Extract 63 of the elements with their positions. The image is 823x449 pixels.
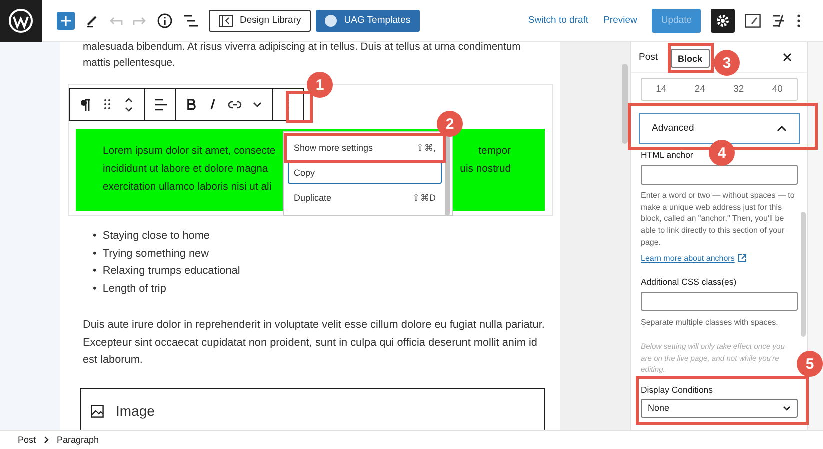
css-class-field[interactable] xyxy=(641,292,798,311)
close-icon[interactable] xyxy=(783,52,792,62)
help-text: Separate multiple classes with spaces. xyxy=(641,316,780,328)
help-text: Enter a word or two — without spaces — to make a unique web address just for this block, called an "anchor." Then, you'll be able to link directly to this section of your page. xyxy=(641,190,796,249)
pencil-icon[interactable] xyxy=(85,14,99,28)
settings-button[interactable] xyxy=(711,8,735,32)
advanced-panel-header[interactable]: Advanced xyxy=(639,113,800,144)
font-size-option[interactable]: 24 xyxy=(694,84,706,95)
external-link-icon xyxy=(738,254,747,263)
design-library-button[interactable]: Design Library xyxy=(209,10,312,32)
more-options-icon[interactable] xyxy=(797,14,801,28)
list-bullet: • xyxy=(93,282,97,296)
menu-item[interactable]: Duplicate ⇧⌘D xyxy=(288,187,442,209)
scrollbar[interactable] xyxy=(801,212,806,337)
menu-item[interactable]: Copy xyxy=(288,162,442,184)
info-icon[interactable] xyxy=(157,12,173,28)
paragraph-text: Lorem ipsum dolor sit amet, consecte xyxy=(103,145,276,159)
list-item: Trying something new xyxy=(102,246,209,262)
list-item: Staying close to home xyxy=(102,229,210,244)
switch-to-draft-link[interactable]: Switch to draft xyxy=(528,15,589,26)
sidebar-tab[interactable]: Post xyxy=(639,42,668,72)
library-icon xyxy=(219,14,233,26)
field-label: HTML anchor xyxy=(641,150,694,161)
preview-link[interactable]: Preview xyxy=(604,15,638,26)
add-block-button[interactable] xyxy=(57,12,75,30)
circle-icon xyxy=(325,14,338,26)
image-block-label: Image xyxy=(116,402,155,418)
list-view-icon[interactable] xyxy=(183,14,199,28)
breadcrumb-link[interactable]: Paragraph xyxy=(57,435,100,445)
font-size-option[interactable]: 32 xyxy=(734,84,744,95)
breadcrumb-link[interactable]: Post xyxy=(18,435,36,445)
paragraph-text: malesuada bibendum. At risus viverra adipiscing at in tellus. Duis at tellus at urna condimentum mattis pellentesque. xyxy=(83,42,521,71)
list-bullet: • xyxy=(93,246,97,262)
field-label: Additional CSS class(es) xyxy=(641,276,737,288)
scrollbar[interactable] xyxy=(622,64,628,144)
paragraph-text: incididunt ut labore et dolore magna xyxy=(103,163,268,177)
sidebar-tab[interactable]: Block xyxy=(671,49,710,68)
list-bullet: • xyxy=(93,264,97,279)
image-icon xyxy=(91,404,104,418)
wordpress-logo[interactable] xyxy=(0,0,42,42)
paragraph-text: exercitation ullamco laboris nisi ut ali xyxy=(103,181,272,195)
scrollbar[interactable] xyxy=(445,136,450,215)
annotation-frame xyxy=(668,43,714,73)
chevron-icon xyxy=(777,126,787,132)
paragraph-text: uis nostrud xyxy=(460,163,511,177)
chevron-right-icon xyxy=(44,436,50,444)
chevron-down-icon xyxy=(783,406,791,411)
list-bullet: • xyxy=(93,229,97,244)
menu-item[interactable]: Show more settings ⇧⌘, xyxy=(288,137,442,159)
plus-icon xyxy=(61,16,71,26)
gear-icon xyxy=(716,14,730,28)
font-size-option[interactable]: 14 xyxy=(656,84,667,95)
list-item: Relaxing trumps educational xyxy=(102,264,240,279)
learn-more-link[interactable]: Learn more about anchors xyxy=(641,254,735,263)
panel-icon[interactable] xyxy=(745,14,761,28)
list-item: Length of trip xyxy=(102,282,166,296)
html-anchor-field[interactable] xyxy=(641,165,798,185)
paragraph-text: tempor xyxy=(478,145,511,159)
paragraph-text: Duis aute irure dolor in reprehenderit in voluptate velit esse cillum dolore eu fugiat nulla pariatur. Excepteur sint occaecat cupidatat non proident, sunt in culpa qui officia deserunt mollit anim id est laborum. xyxy=(83,318,546,368)
templates-button[interactable]: UAG Templates xyxy=(316,10,420,32)
font-size-option[interactable]: 40 xyxy=(772,84,783,95)
display-conditions-select[interactable]: None xyxy=(641,398,798,418)
field-label: Display Conditions xyxy=(641,384,713,396)
